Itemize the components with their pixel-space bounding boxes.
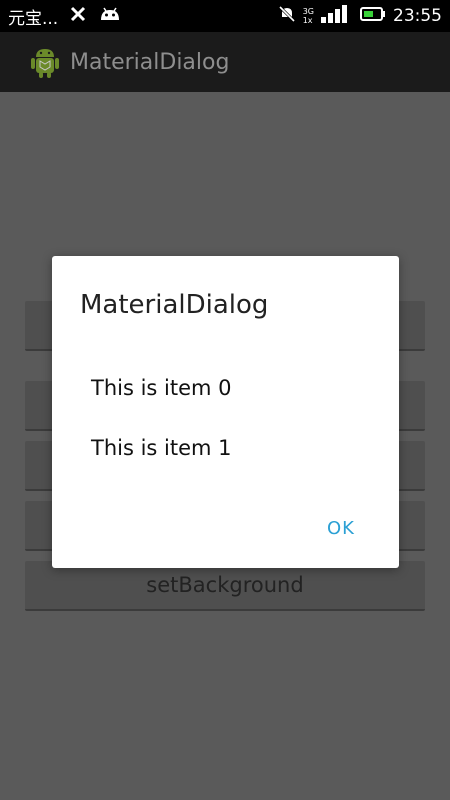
dialog-list-item[interactable]: This is item 1 (91, 436, 232, 460)
android-icon (98, 4, 122, 29)
carrier-text: 元宝... (8, 8, 59, 29)
material-dialog: MaterialDialog This is item 0 This is it… (52, 256, 399, 568)
android-robot-icon (28, 45, 62, 79)
network-type: 3G 1x (303, 7, 314, 25)
set-background-button[interactable]: setBackground (25, 561, 425, 611)
status-bar: 元宝... 3G 1x 23:55 (0, 0, 450, 32)
dialog-title: MaterialDialog (80, 290, 269, 320)
app-title: MaterialDialog (70, 49, 230, 75)
network-sub-label: 1x (302, 16, 313, 25)
ok-button[interactable]: OK (327, 518, 355, 539)
battery-icon (360, 6, 386, 27)
usb-debug-icon (68, 4, 88, 29)
action-bar: MaterialDialog (0, 32, 450, 92)
clock: 23:55 (393, 6, 442, 26)
dialog-list-item[interactable]: This is item 0 (91, 376, 232, 400)
mute-icon (278, 5, 296, 28)
signal-icon (321, 4, 353, 28)
set-background-label: setBackground (146, 573, 304, 597)
network-type-label: 3G (302, 7, 314, 16)
